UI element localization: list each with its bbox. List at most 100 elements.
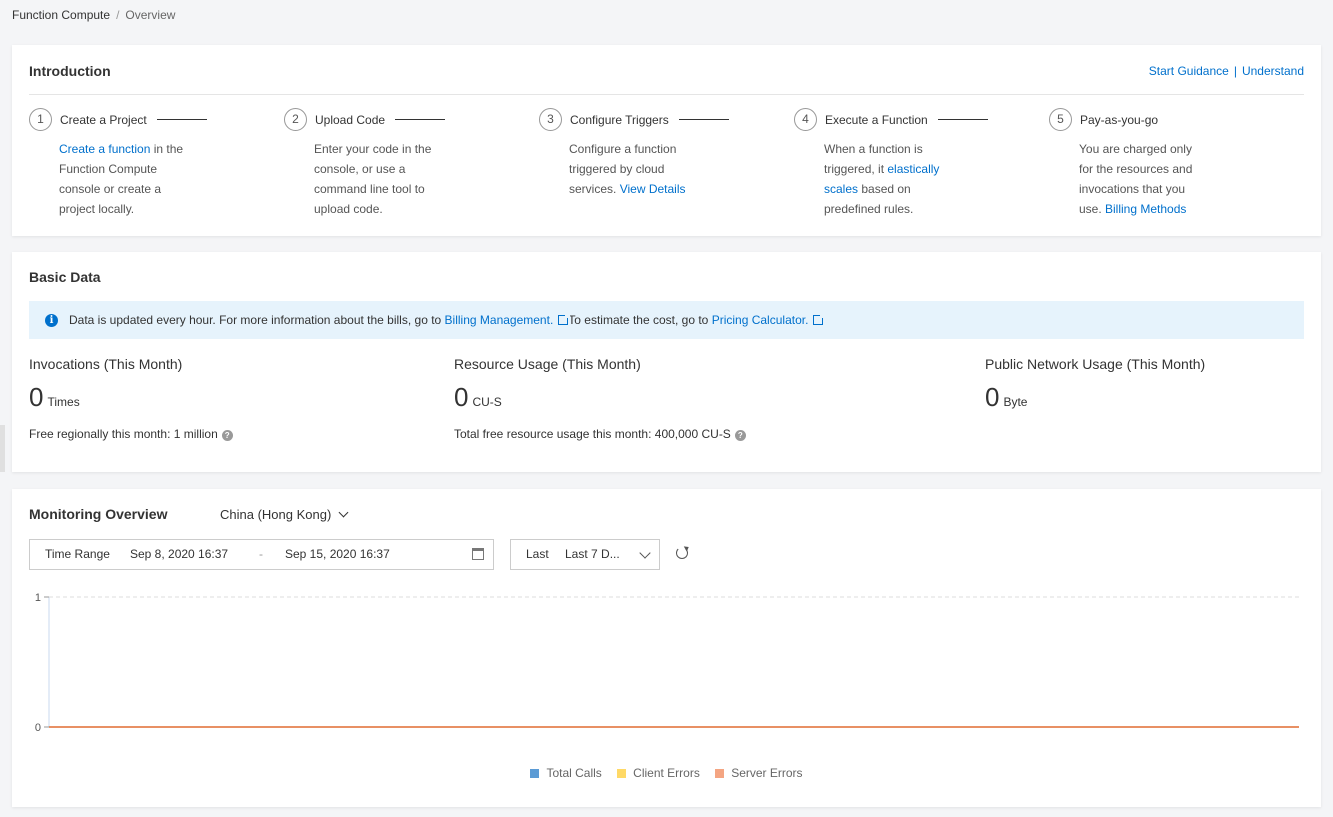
- calendar-icon[interactable]: [472, 548, 484, 560]
- monitoring-chart: 10: [35, 592, 1299, 734]
- metric-value: 0: [454, 382, 469, 412]
- step-description: Create a function in the Function Comput…: [59, 139, 189, 219]
- metric-note: Total free resource usage this month: 40…: [454, 427, 731, 441]
- notice-text: To estimate the cost, go to: [568, 313, 712, 327]
- step-description: Configure a function triggered by cloud …: [569, 139, 699, 199]
- step-pay-as-you-go: 5 Pay-as-you-go You are charged only for …: [1049, 108, 1289, 219]
- metric-note-row: Total free resource usage this month: 40…: [454, 427, 746, 441]
- range-dash: -: [259, 547, 263, 561]
- step-title: Execute a Function: [825, 112, 928, 127]
- chart-legend: Total Calls Client Errors Server Errors: [12, 766, 1321, 780]
- start-time[interactable]: Sep 8, 2020 16:37: [130, 540, 228, 569]
- quick-range-value: Last 7 D...: [565, 547, 620, 561]
- external-link-icon[interactable]: [558, 313, 571, 325]
- legend-label: Client Errors: [633, 766, 700, 780]
- y-tick-label: 1: [35, 592, 41, 604]
- chevron-down-icon: [338, 507, 349, 518]
- quick-range-select[interactable]: Last Last 7 D...: [510, 539, 660, 570]
- billing-management-link[interactable]: Billing Management.: [445, 313, 554, 327]
- basic-data-title: Basic Data: [29, 269, 101, 285]
- guide-divider: |: [1233, 64, 1237, 78]
- help-icon[interactable]: ?: [221, 430, 233, 441]
- step-title: Configure Triggers: [570, 112, 669, 127]
- step-number: 1: [29, 108, 52, 131]
- region-value: China (Hong Kong): [220, 507, 332, 522]
- metric-unit: Times: [47, 395, 80, 409]
- metric-unit: CU-S: [472, 395, 502, 409]
- legend-item[interactable]: Server Errors: [715, 766, 803, 780]
- step-number: 3: [539, 108, 562, 131]
- metric-note-row: Free regionally this month: 1 million?: [29, 427, 233, 441]
- legend-label: Total Calls: [546, 766, 602, 780]
- time-range-picker[interactable]: Time Range Sep 8, 2020 16:37 - Sep 15, 2…: [29, 539, 494, 570]
- metric-resource-usage: Resource Usage (This Month) 0 CU-S Total …: [454, 356, 746, 441]
- view-details-link[interactable]: View Details: [620, 182, 686, 196]
- monitoring-title: Monitoring Overview: [29, 506, 168, 522]
- metric-label: Resource Usage (This Month): [454, 356, 641, 372]
- guide-links: Start Guidance | Understand: [1149, 64, 1304, 78]
- step-text: Enter your code in the console, or use a…: [314, 142, 432, 216]
- step-title: Upload Code: [315, 112, 386, 127]
- step-number: 5: [1049, 108, 1072, 131]
- pricing-calculator-link[interactable]: Pricing Calculator.: [712, 313, 809, 327]
- metric-unit: Byte: [1003, 395, 1028, 409]
- understand-link[interactable]: Understand: [1242, 64, 1304, 78]
- step-connector: [156, 119, 207, 120]
- step-number: 2: [284, 108, 307, 131]
- metric-label: Invocations (This Month): [29, 356, 183, 372]
- metric-label: Public Network Usage (This Month): [985, 356, 1206, 372]
- introduction-divider: [29, 94, 1304, 95]
- help-icon[interactable]: ?: [734, 430, 746, 441]
- breadcrumb-separator: /: [116, 8, 120, 22]
- billing-methods-link[interactable]: Billing Methods: [1105, 202, 1186, 216]
- time-range-label: Time Range: [45, 547, 110, 561]
- breadcrumb-current: Overview: [125, 8, 176, 22]
- legend-swatch: [530, 769, 540, 778]
- monitoring-card: Monitoring Overview China (Hong Kong) Ti…: [12, 489, 1321, 807]
- step-title: Pay-as-you-go: [1080, 112, 1159, 127]
- step-configure-triggers: 3 Configure Triggers Configure a function…: [539, 108, 779, 199]
- metric-value-row: 0 Byte: [985, 382, 1205, 413]
- chevron-down-icon: [639, 547, 651, 559]
- legend-item[interactable]: Total Calls: [530, 766, 602, 780]
- side-collapse-tab[interactable]: [0, 425, 5, 472]
- quick-range-label: Last: [526, 547, 549, 561]
- metric-note: Free regionally this month: 1 million: [29, 427, 218, 441]
- refresh-icon[interactable]: [676, 547, 688, 559]
- step-create-project: 1 Create a Project Create a function in t…: [29, 108, 269, 219]
- step-number: 4: [794, 108, 817, 131]
- step-upload-code: 2 Upload Code Enter your code in the cons…: [284, 108, 524, 219]
- breadcrumb: Function Compute / Overview: [12, 8, 175, 22]
- step-description: You are charged only for the resources a…: [1079, 139, 1209, 219]
- metric-value: 0: [985, 382, 1000, 412]
- region-selector[interactable]: China (Hong Kong): [220, 507, 349, 522]
- metric-value: 0: [29, 382, 44, 412]
- step-description: When a function is triggered, it elastic…: [824, 139, 954, 219]
- metric-public-network: Public Network Usage (This Month) 0 Byte: [985, 356, 1205, 413]
- legend-item[interactable]: Client Errors: [617, 766, 700, 780]
- end-time[interactable]: Sep 15, 2020 16:37: [285, 540, 390, 569]
- step-execute-function: 4 Execute a Function When a function is t…: [794, 108, 1034, 219]
- metric-invocations: Invocations (This Month) 0 Times Free reg…: [29, 356, 233, 441]
- legend-label: Server Errors: [731, 766, 803, 780]
- info-notice: i Data is updated every hour. For more i…: [29, 301, 1304, 339]
- legend-swatch: [715, 769, 725, 778]
- step-connector: [395, 119, 446, 120]
- step-title: Create a Project: [60, 112, 147, 127]
- y-tick-label: 0: [35, 722, 41, 734]
- basic-data-card: Basic Data i Data is updated every hour.…: [12, 252, 1321, 472]
- introduction-title: Introduction: [29, 63, 111, 79]
- metric-value-row: 0 CU-S: [454, 382, 746, 413]
- step-connector: [678, 119, 729, 120]
- step-description: Enter your code in the console, or use a…: [314, 139, 444, 219]
- legend-swatch: [617, 769, 627, 778]
- metric-value-row: 0 Times: [29, 382, 233, 413]
- create-function-link[interactable]: Create a function: [59, 142, 150, 156]
- external-link-icon[interactable]: [813, 313, 826, 325]
- notice-text: Data is updated every hour. For more inf…: [69, 313, 445, 327]
- start-guidance-link[interactable]: Start Guidance: [1149, 64, 1229, 78]
- info-icon: i: [45, 314, 58, 327]
- breadcrumb-root[interactable]: Function Compute: [12, 8, 110, 22]
- step-connector: [937, 119, 988, 120]
- introduction-card: Introduction Start Guidance | Understand 1…: [12, 45, 1321, 236]
